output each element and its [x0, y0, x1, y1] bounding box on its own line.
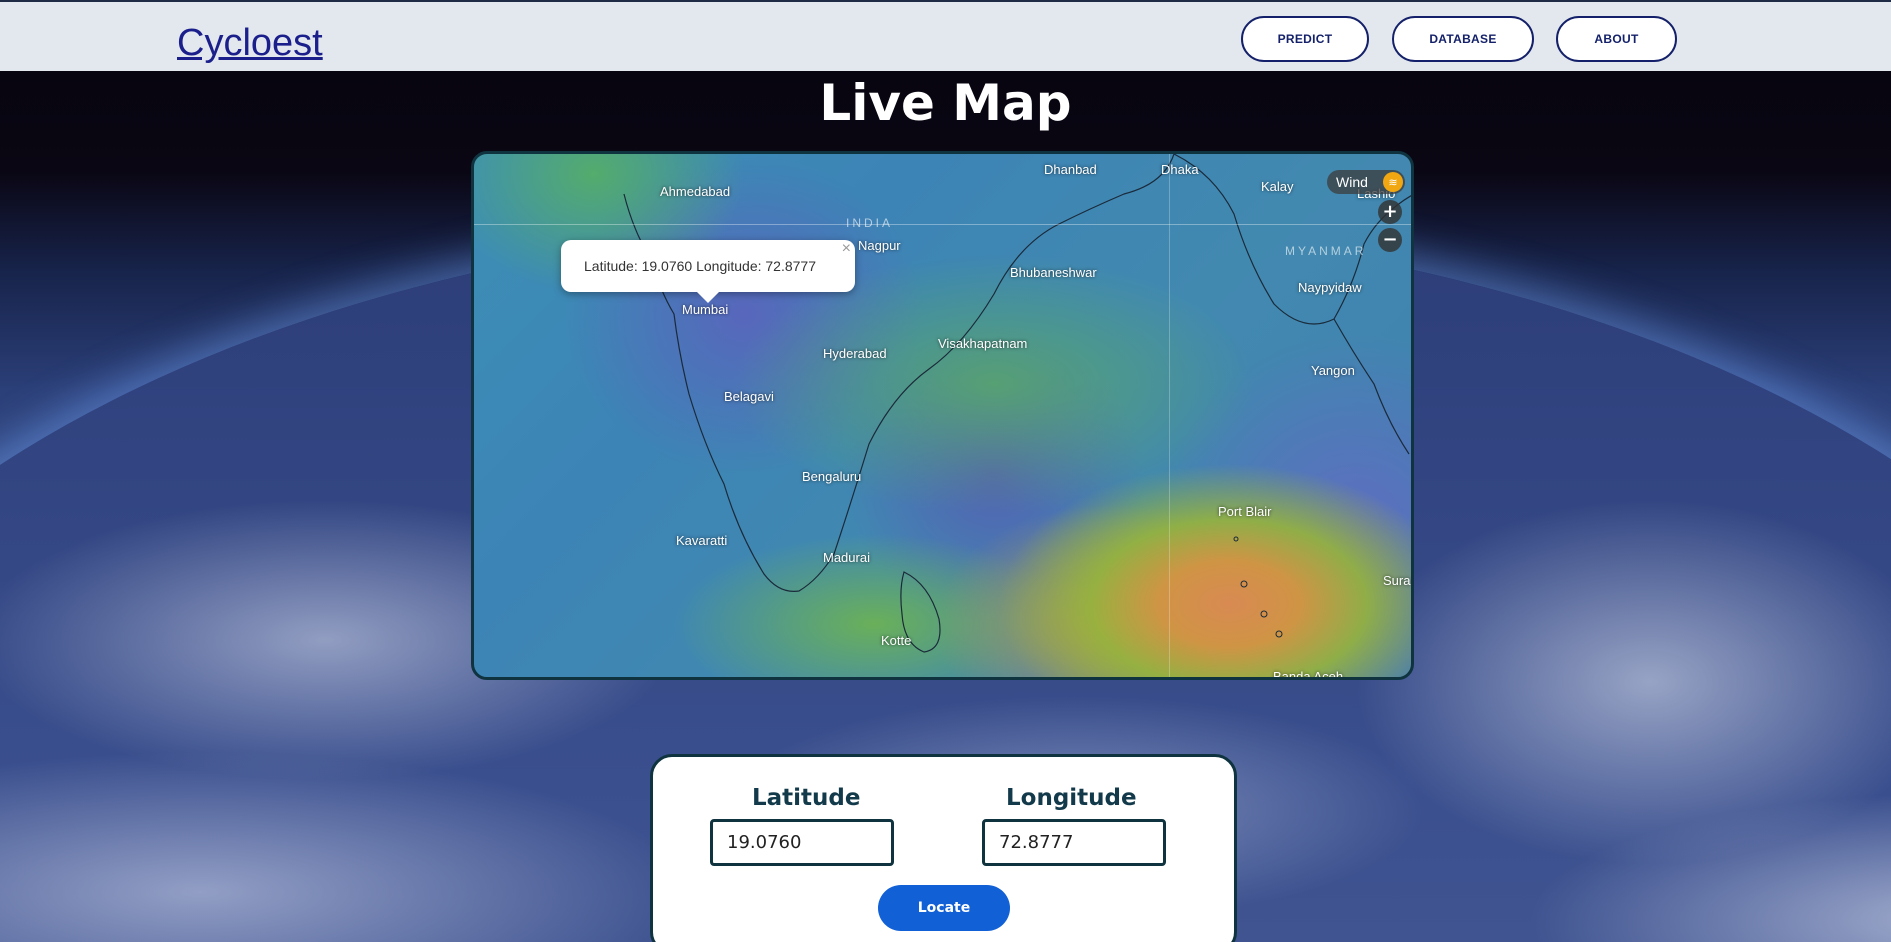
city-label: Hyderabad: [823, 346, 887, 361]
zoom-in-button[interactable]: +: [1378, 200, 1402, 224]
longitude-label: Longitude: [1006, 785, 1137, 811]
city-label: Ahmedabad: [660, 184, 731, 199]
city-label: Dhaka: [1161, 162, 1199, 177]
longitude-input[interactable]: [982, 819, 1166, 866]
city-label: Mumbai: [682, 302, 729, 317]
city-label: Port Blair: [1218, 504, 1272, 519]
popup-text: Latitude: 19.0760 Longitude: 72.8777: [584, 258, 816, 274]
latitude-input[interactable]: [710, 819, 894, 866]
nav-about-button[interactable]: ABOUT: [1556, 16, 1677, 62]
latitude-label: Latitude: [752, 785, 861, 811]
city-label: Visakhapatnam: [938, 336, 1028, 351]
city-label: Nagpur: [858, 238, 901, 253]
city-label: Kalay: [1261, 179, 1294, 194]
city-label: Bengaluru: [802, 469, 862, 484]
city-label: Sura: [1383, 573, 1411, 588]
nav-database-button[interactable]: DATABASE: [1392, 16, 1534, 62]
city-label: Dhanbad: [1044, 162, 1097, 177]
overlay-label: Wind: [1336, 174, 1368, 190]
city-label: Banda Aceh: [1273, 669, 1344, 680]
graticule-line: [474, 224, 1411, 225]
city-label: Naypyidaw: [1298, 280, 1362, 295]
logo-link[interactable]: Cycloest: [177, 22, 323, 65]
overlay-selector[interactable]: Wind ≋: [1327, 170, 1405, 194]
city-label: Kotte: [881, 633, 912, 648]
wind-icon: ≋: [1383, 172, 1403, 192]
coastline-layer: [623, 154, 1411, 653]
nav-predict-button[interactable]: PREDICT: [1241, 16, 1369, 62]
city-label: Kavaratti: [676, 533, 728, 548]
city-label: Yangon: [1311, 363, 1355, 378]
locate-button[interactable]: Locate: [878, 885, 1010, 931]
page-title: Live Map: [819, 74, 1072, 132]
country-label: MYANMAR: [1285, 244, 1367, 258]
close-icon[interactable]: ×: [842, 240, 851, 258]
live-wind-map[interactable]: INDIA MYANMAR Ahmedabad Dhanbad Dhaka Ka…: [471, 151, 1414, 680]
city-label: Bhubaneshwar: [1010, 265, 1097, 280]
city-label: Madurai: [823, 550, 870, 565]
graticule-line: [1169, 154, 1170, 677]
coordinate-popup: Latitude: 19.0760 Longitude: 72.8777 ×: [561, 240, 855, 303]
zoom-out-button[interactable]: −: [1378, 228, 1402, 252]
coordinate-form: Latitude Longitude Locate: [650, 754, 1237, 942]
city-label: Belagavi: [724, 389, 774, 404]
country-label: INDIA: [846, 216, 894, 230]
top-navbar: Cycloest PREDICT DATABASE ABOUT: [0, 0, 1891, 71]
